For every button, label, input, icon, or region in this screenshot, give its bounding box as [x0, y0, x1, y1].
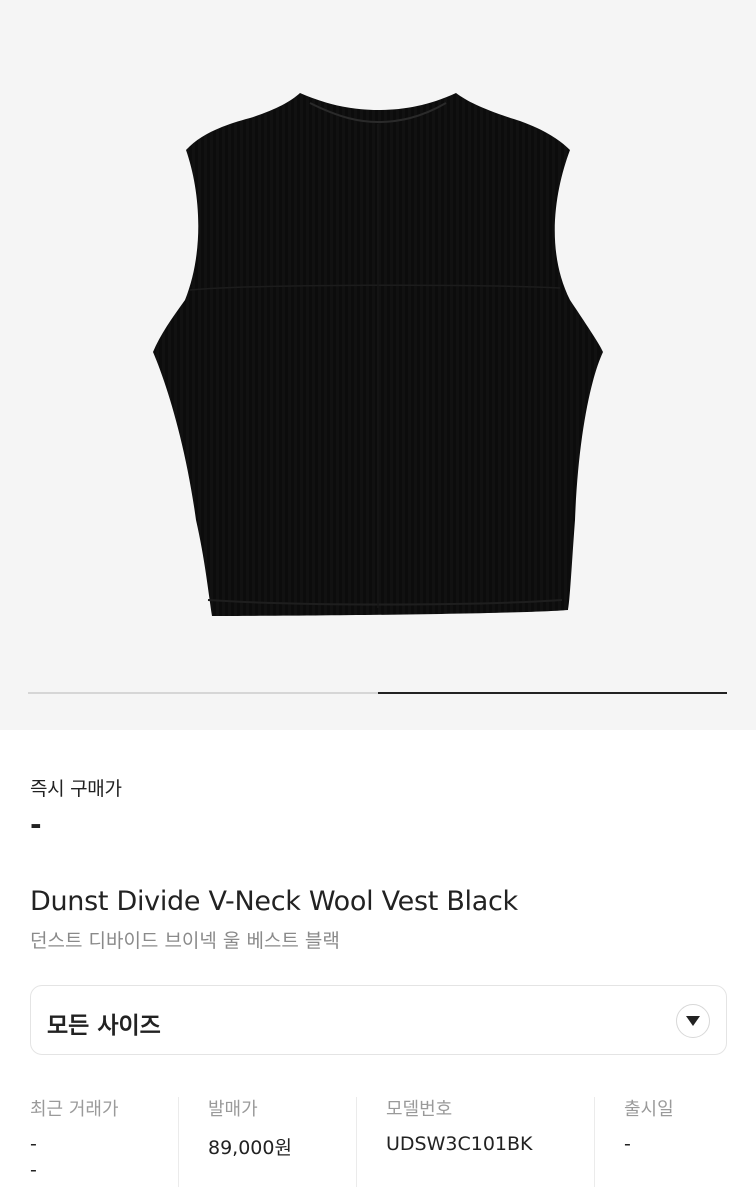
product-title-korean: 던스트 디바이드 브이넥 울 베스트 블랙 [30, 930, 340, 952]
detail-label: 모델번호 [386, 1099, 453, 1120]
size-select-value: 모든 사이즈 [47, 1013, 161, 1039]
product-image [153, 93, 603, 616]
product-details: 최근 거래가 - - 발매가 89,000원 모델번호 UDSW3C101BK … [0, 1095, 756, 1200]
product-detail-page: 즉시 구매가 - Dunst Divide V-Neck Wool Vest B… [0, 0, 756, 1200]
detail-value: 89,000원 [208, 1137, 292, 1159]
detail-divider [178, 1097, 179, 1187]
detail-value: UDSW3C101BK [386, 1133, 533, 1155]
product-title-english: Dunst Divide V-Neck Wool Vest Black [30, 886, 518, 917]
size-select[interactable]: 모든 사이즈 [30, 985, 727, 1055]
gallery-progress-indicator [377, 692, 727, 694]
detail-label: 발매가 [208, 1099, 258, 1120]
detail-divider [356, 1097, 357, 1187]
detail-value-secondary: - [30, 1159, 37, 1181]
chevron-down-icon[interactable] [676, 1004, 710, 1038]
detail-release-price: 발매가 89,000원 [208, 1095, 292, 1195]
detail-recent-trade: 최근 거래가 - - [30, 1095, 119, 1195]
detail-divider [594, 1097, 595, 1187]
instant-buy-price: - [30, 808, 42, 841]
detail-release-date: 출시일 - [624, 1095, 674, 1195]
detail-label: 최근 거래가 [30, 1099, 119, 1120]
instant-buy-label: 즉시 구매가 [30, 778, 122, 800]
detail-value: - [624, 1133, 631, 1155]
detail-model-number: 모델번호 UDSW3C101BK [386, 1095, 533, 1195]
detail-value: - [30, 1133, 37, 1155]
detail-label: 출시일 [624, 1099, 674, 1120]
product-gallery[interactable] [0, 0, 756, 730]
gallery-progress-track[interactable] [28, 692, 727, 694]
